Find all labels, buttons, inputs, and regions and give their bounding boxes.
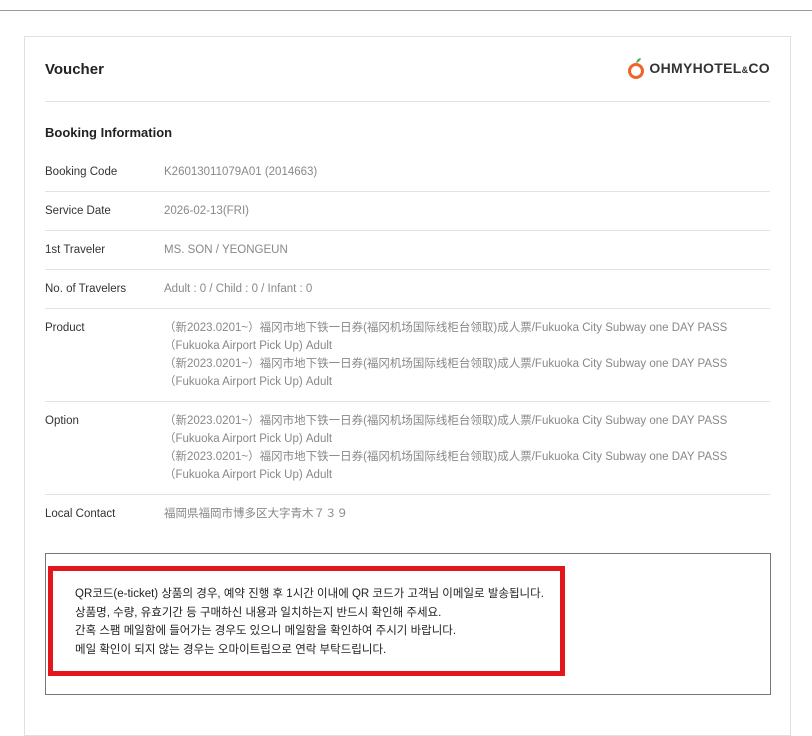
row-value: Adult : 0 / Child : 0 / Infant : 0 [164, 280, 770, 298]
row-value: K26013011079A01 (2014663) [164, 163, 770, 181]
row-label: Option [45, 415, 79, 427]
top-divider [0, 10, 812, 11]
row-value: 2026-02-13(FRI) [164, 202, 770, 220]
row-value-line: （新2023.0201~）福冈市地下铁一日券(福冈机场国际线柜台领取)成人票/F… [164, 415, 728, 445]
row-value-line: 2026-02-13(FRI) [164, 205, 250, 217]
row-value-line: Adult : 0 / Child : 0 / Infant : 0 [164, 283, 313, 295]
row-label: 1st Traveler [45, 244, 106, 256]
table-row: Service Date 2026-02-13(FRI) [45, 192, 770, 231]
row-label: No. of Travelers [45, 283, 127, 295]
row-label: Service Date [45, 205, 111, 217]
table-row: 1st Traveler MS. SON / YEONGEUN [45, 231, 770, 270]
page-title: Voucher [45, 61, 104, 78]
row-value: MS. SON / YEONGEUN [164, 241, 770, 259]
row-value-line: （新2023.0201~）福冈市地下铁一日券(福冈机场国际线柜台领取)成人票/F… [164, 358, 728, 388]
table-row: Booking Code K26013011079A01 (2014663) [45, 153, 770, 192]
row-label: Local Contact [45, 508, 116, 520]
row-value-line: MS. SON / YEONGEUN [164, 244, 288, 256]
table-row: Product （新2023.0201~）福冈市地下铁一日券(福冈机场国际线柜台领… [45, 309, 770, 402]
booking-info-table: Booking Code K26013011079A01 (2014663) Ser… [45, 153, 770, 533]
section-title: Booking Information [45, 125, 173, 140]
table-row: Option （新2023.0201~）福冈市地下铁一日券(福冈机场国际线柜台领取… [45, 402, 770, 495]
orange-logo-icon [628, 58, 645, 79]
row-value-line: （新2023.0201~）福冈市地下铁一日券(福冈机场国际线柜台领取)成人票/F… [164, 451, 728, 481]
header-divider [45, 101, 770, 102]
row-value: （新2023.0201~）福冈市地下铁一日券(福冈机场国际线柜台领取)成人票/F… [164, 319, 770, 391]
row-value-line: （新2023.0201~）福冈市地下铁一日券(福冈机场国际线柜台领取)成人票/F… [164, 322, 728, 352]
brand-logo-text: OHMYHOTEL&CO [649, 60, 770, 76]
highlight-overlay [48, 566, 565, 676]
row-value: （新2023.0201~）福冈市地下铁一日券(福冈机场国际线柜台领取)成人票/F… [164, 412, 770, 484]
row-value-line: K26013011079A01 (2014663) [164, 166, 318, 178]
table-row: No. of Travelers Adult : 0 / Child : 0 / … [45, 270, 770, 309]
table-row: Local Contact 福岡県福岡市博多区大字青木７３９ [45, 495, 770, 533]
row-value-line: 福岡県福岡市博多区大字青木７３９ [164, 508, 348, 520]
row-value: 福岡県福岡市博多区大字青木７３９ [164, 505, 770, 523]
row-label: Product [45, 322, 85, 334]
row-label: Booking Code [45, 166, 118, 178]
brand-logo: OHMYHOTEL&CO [627, 57, 770, 79]
